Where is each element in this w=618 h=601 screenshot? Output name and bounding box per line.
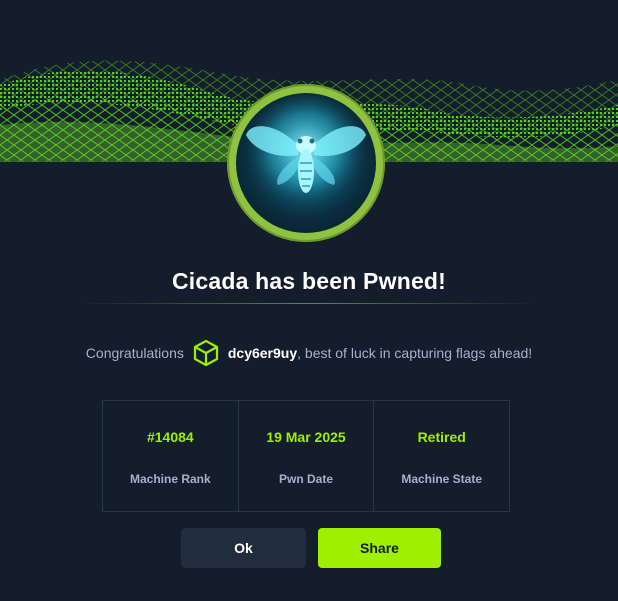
- stat-machine-state: Retired Machine State: [374, 401, 509, 511]
- stat-label: Machine State: [401, 472, 483, 486]
- stats-table: #14084 Machine Rank 19 Mar 2025 Pwn Date…: [102, 400, 510, 512]
- avatar-image: [236, 93, 376, 233]
- title-divider: [80, 303, 538, 304]
- machine-avatar: [227, 84, 385, 242]
- congrats-prefix: Congratulations: [85, 345, 184, 361]
- stat-machine-rank: #14084 Machine Rank: [103, 401, 239, 511]
- stat-pwn-date: 19 Mar 2025 Pwn Date: [239, 401, 375, 511]
- stat-label: Pwn Date: [279, 472, 334, 486]
- congrats-message: Congratulations dcy6er9uy , best of luck…: [0, 338, 618, 368]
- stat-value: #14084: [146, 429, 194, 445]
- ok-button[interactable]: Ok: [181, 528, 306, 568]
- stat-value: Retired: [417, 429, 466, 445]
- cube-icon: [192, 339, 220, 367]
- page-title: Cicada has been Pwned!: [171, 268, 447, 294]
- congrats-suffix: , best of luck in capturing flags ahead!: [297, 345, 533, 361]
- share-button[interactable]: Share: [318, 528, 441, 568]
- stat-label: Machine Rank: [129, 472, 211, 486]
- cicada-icon: [246, 95, 366, 215]
- username-link[interactable]: dcy6er9uy: [228, 345, 297, 361]
- stat-value: 19 Mar 2025: [266, 429, 346, 445]
